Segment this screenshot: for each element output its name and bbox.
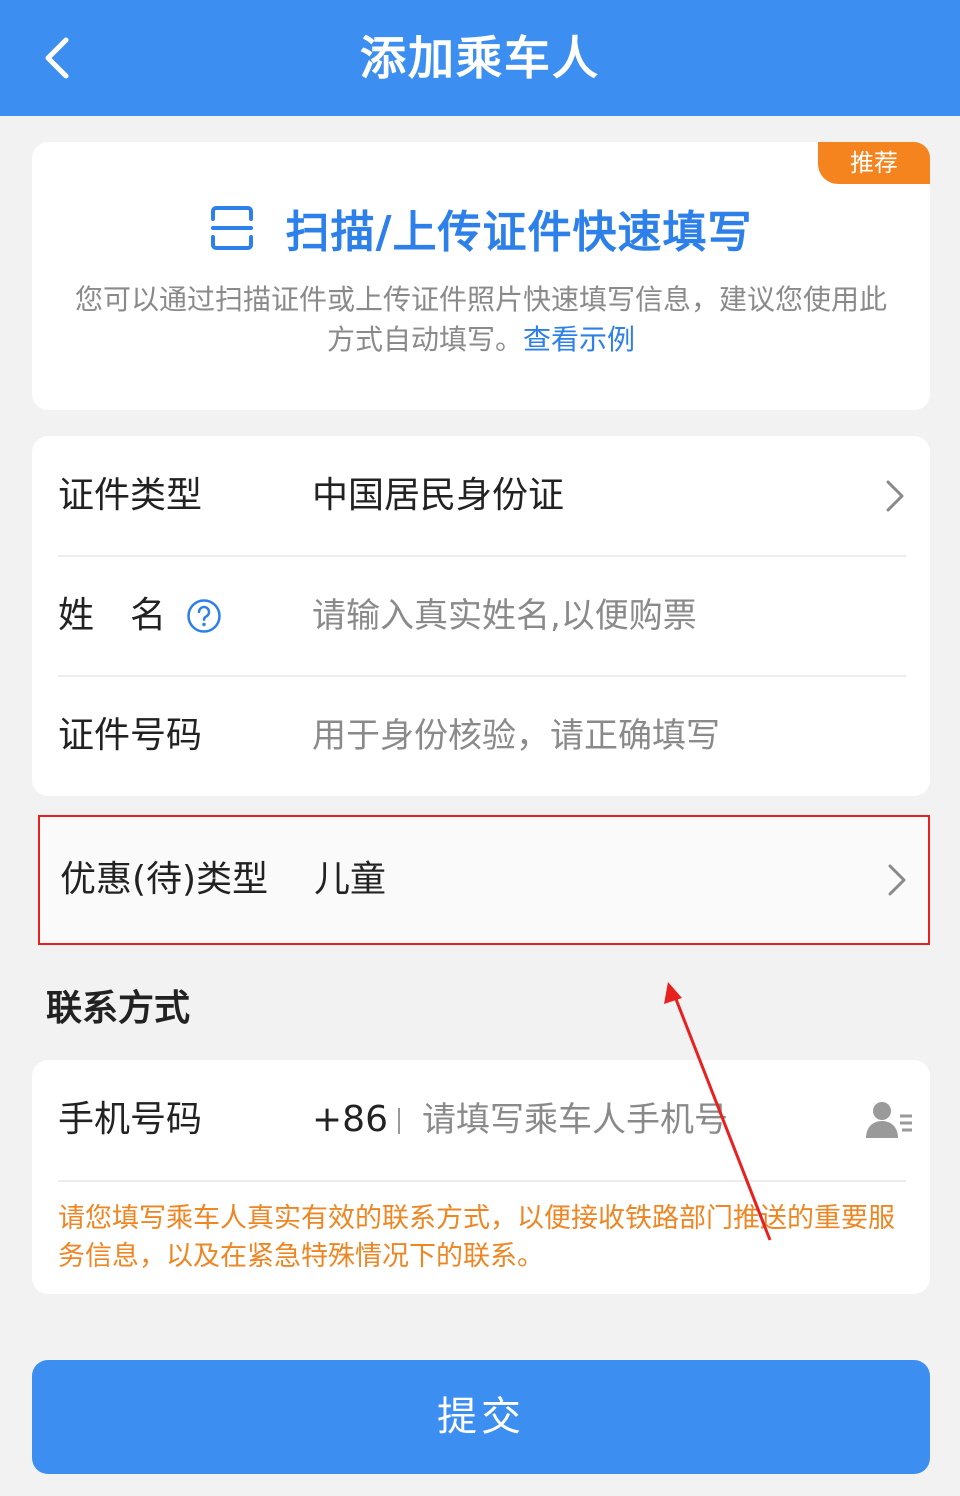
recommend-badge: 推荐: [818, 142, 930, 184]
divider: [398, 1108, 400, 1134]
phone-input[interactable]: 请填写乘车人手机号: [422, 1060, 728, 1180]
contact-card: 手机号码 +86 请填写乘车人手机号 请您填写乘车人真实有效的联系方式，以便接收…: [32, 1060, 930, 1294]
scan-frame-icon: [211, 206, 254, 250]
discount-type-value: 儿童: [314, 859, 387, 900]
app-header: 添加乘车人: [0, 0, 960, 116]
scan-upload-button[interactable]: 扫描/上传证件快速填写: [32, 196, 930, 260]
name-input[interactable]: 请输入真实姓名,以便购票: [312, 556, 697, 676]
name-row: 姓 名 请输入真实姓名,以便购票: [58, 556, 906, 676]
id-type-label: 证件类型: [58, 475, 203, 516]
id-number-row: 证件号码 用于身份核验，请正确填写: [58, 676, 906, 796]
discount-type-row[interactable]: 优惠(待)类型 儿童: [38, 815, 930, 945]
name-label: 姓 名: [58, 595, 167, 636]
submit-button[interactable]: 提交: [32, 1360, 930, 1474]
scan-description-text: 您可以通过扫描证件或上传证件照片快速填写信息，建议您使用此方式自动填写。: [74, 283, 887, 356]
id-number-input[interactable]: 用于身份核验，请正确填写: [312, 676, 720, 796]
chevron-right-icon: [886, 480, 904, 512]
country-code[interactable]: +86: [312, 1060, 388, 1180]
divider: [58, 1180, 906, 1182]
id-type-value: 中国居民身份证: [312, 475, 565, 516]
id-number-label: 证件号码: [58, 715, 203, 756]
passenger-info-card: 证件类型 中国居民身份证 姓 名 请输入真实姓名,以便购票 证件号码 用于身份核…: [32, 436, 930, 796]
question-circle-icon[interactable]: [186, 598, 222, 634]
contact-book-icon[interactable]: [864, 1098, 914, 1142]
chevron-right-icon: [888, 864, 906, 896]
id-type-row[interactable]: 证件类型 中国居民身份证: [58, 436, 906, 556]
contact-notice: 请您填写乘车人真实有效的联系方式，以便接收铁路部门推送的重要服务信息，以及在紧急…: [58, 1203, 895, 1272]
scan-description: 您可以通过扫描证件或上传证件照片快速填写信息，建议您使用此方式自动填写。查看示例: [72, 280, 890, 360]
scan-upload-card[interactable]: 推荐 扫描/上传证件快速填写 您可以通过扫描证件或上传证件照片快速填写信息，建议…: [32, 142, 930, 410]
phone-label: 手机号码: [58, 1099, 203, 1140]
page-title: 添加乘车人: [360, 31, 600, 85]
view-example-link[interactable]: 查看示例: [523, 323, 635, 356]
scan-upload-title: 扫描/上传证件快速填写: [285, 207, 753, 258]
discount-type-label: 优惠(待)类型: [60, 859, 269, 900]
contact-section-title: 联系方式: [46, 988, 191, 1029]
